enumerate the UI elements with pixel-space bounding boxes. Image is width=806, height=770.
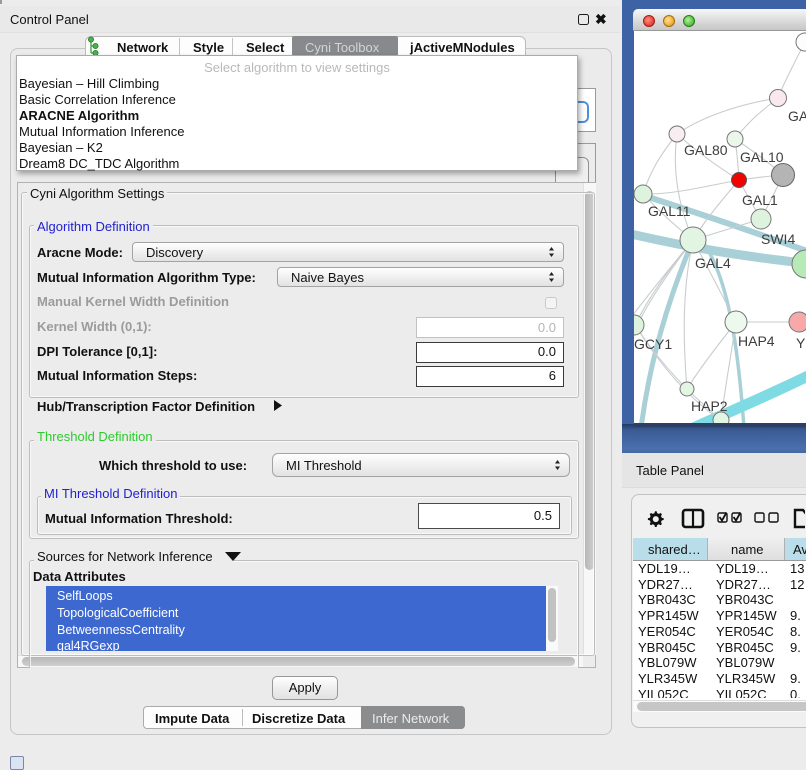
svg-text:HAP2: HAP2 [691, 398, 728, 414]
svg-text:Y: Y [796, 335, 806, 351]
svg-text:GAL8: GAL8 [788, 108, 806, 124]
svg-text:GAL10: GAL10 [740, 149, 784, 165]
svg-text:GAL11: GAL11 [648, 203, 691, 219]
svg-text:GAL80: GAL80 [684, 142, 728, 158]
svg-text:SWI4: SWI4 [761, 231, 795, 247]
svg-text:GAL4: GAL4 [695, 255, 731, 271]
svg-text:GAL1: GAL1 [742, 192, 778, 208]
svg-text:GCY1: GCY1 [634, 336, 672, 352]
svg-text:HAP4: HAP4 [738, 333, 775, 349]
